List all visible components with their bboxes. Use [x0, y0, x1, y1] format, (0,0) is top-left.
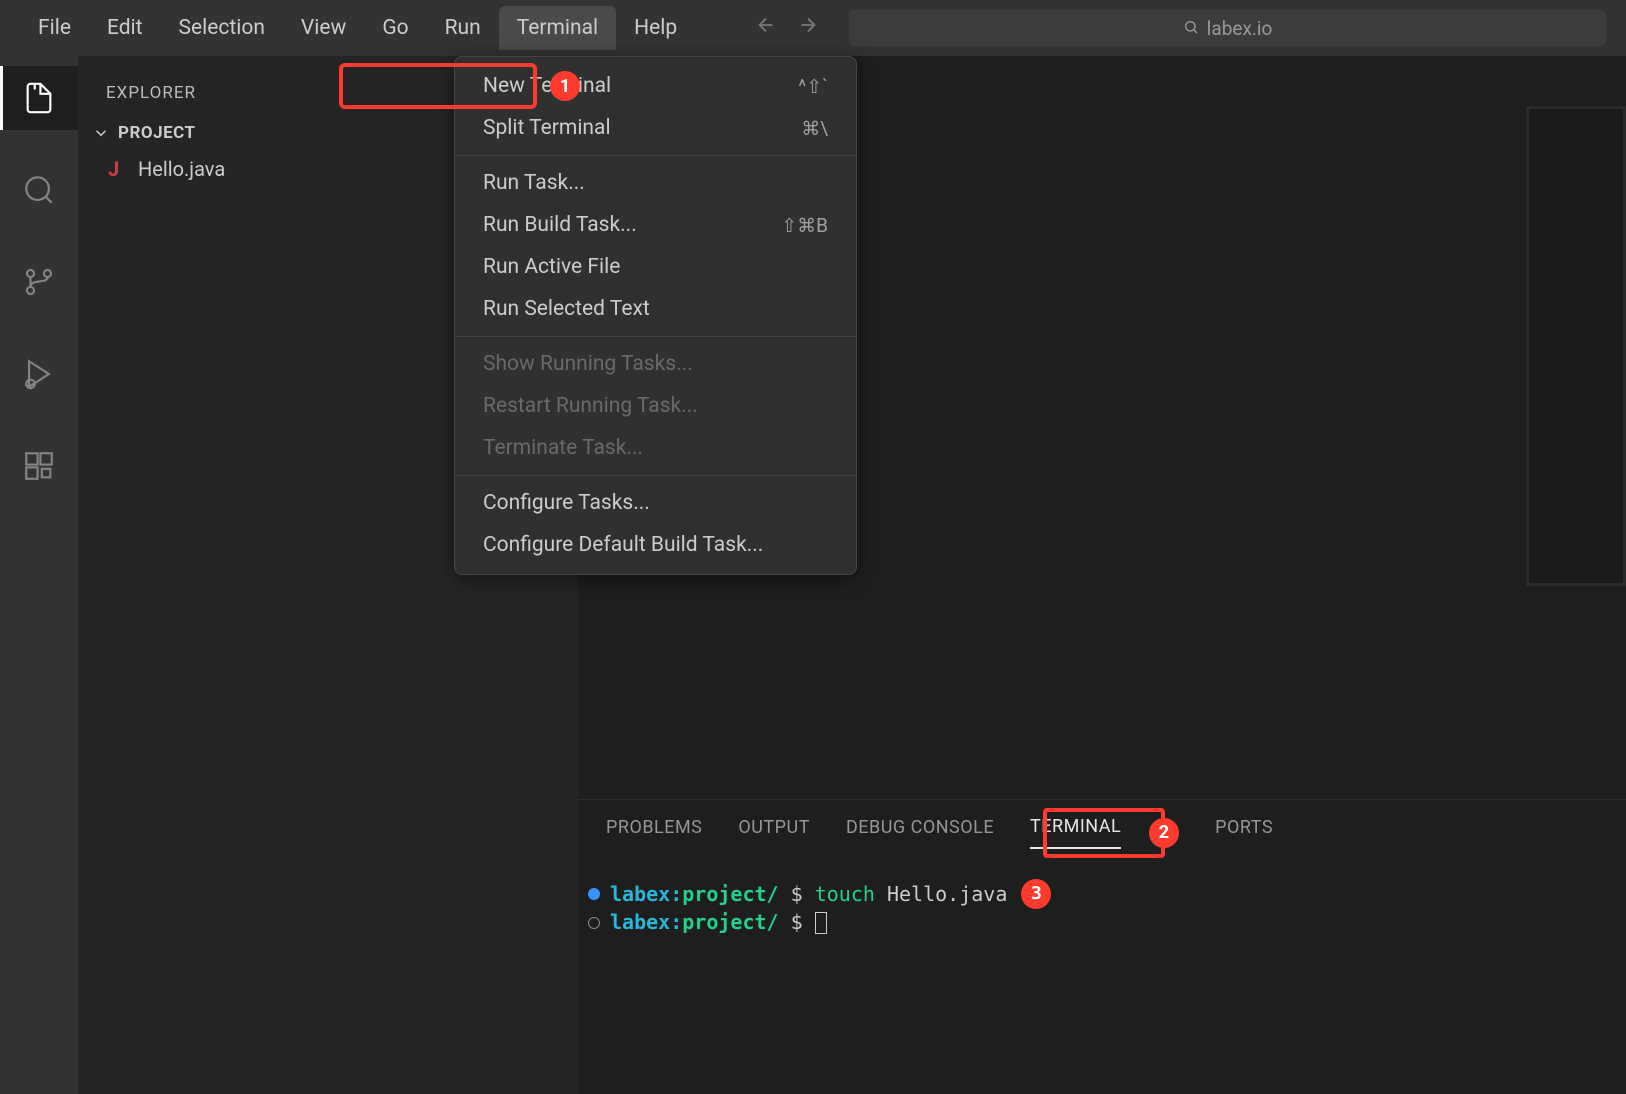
chevron-down-icon	[92, 124, 110, 142]
menu-separator	[455, 155, 856, 156]
menu-item-shortcut: ^⇧`	[798, 75, 828, 98]
menu-go[interactable]: Go	[364, 6, 426, 50]
terminal-arg: Hello.java	[875, 881, 1007, 908]
activity-search[interactable]	[0, 158, 78, 222]
project-label: PROJECT	[118, 123, 196, 143]
panel-tabs: PROBLEMS OUTPUT DEBUG CONSOLE TERMINAL 2…	[578, 800, 1626, 849]
terminal-sep: :	[670, 881, 682, 908]
terminal-line: labex:project/ $ touch Hello.java 3	[588, 879, 1616, 909]
menu-separator	[455, 475, 856, 476]
nav-forward-icon[interactable]	[797, 14, 819, 42]
terminal-menu-dropdown: New Terminal ^⇧` Split Terminal ⌘\ Run T…	[454, 56, 857, 575]
terminal-path: project/	[682, 909, 778, 936]
menu-split-terminal[interactable]: Split Terminal ⌘\	[455, 107, 856, 149]
menu-item-label: Terminate Task...	[483, 436, 643, 460]
nav-arrows	[755, 14, 819, 42]
activity-run-debug[interactable]	[0, 342, 78, 406]
file-name: Hello.java	[138, 157, 225, 181]
java-file-icon: J	[108, 157, 128, 181]
menu-item-label: Configure Default Build Task...	[483, 533, 763, 557]
search-input[interactable]: labex.io	[849, 10, 1606, 46]
menu-bar: File Edit Selection View Go Run Terminal…	[0, 0, 1626, 56]
menu-configure-tasks[interactable]: Configure Tasks...	[455, 482, 856, 524]
menu-item-label: New Terminal	[483, 74, 611, 98]
editor-area: New Terminal ^⇧` Split Terminal ⌘\ Run T…	[578, 56, 1626, 1094]
editor-viewport: New Terminal ^⇧` Split Terminal ⌘\ Run T…	[578, 56, 1626, 799]
annotation-badge-3: 3	[1021, 879, 1051, 909]
menu-selection[interactable]: Selection	[161, 6, 283, 50]
nav-back-icon[interactable]	[755, 14, 777, 42]
menu-item-label: Run Active File	[483, 255, 620, 279]
menu-file[interactable]: File	[20, 6, 89, 50]
activity-bar	[0, 56, 78, 1094]
menu-separator	[455, 336, 856, 337]
prompt-bullet-icon	[588, 917, 600, 929]
files-icon	[22, 81, 56, 115]
terminal-line: labex:project/ $	[588, 909, 1616, 936]
terminal-cursor	[815, 912, 827, 934]
terminal-output[interactable]: labex:project/ $ touch Hello.java 3 labe…	[578, 849, 1626, 946]
menu-view[interactable]: View	[283, 6, 364, 50]
annotation-badge-1: 1	[550, 71, 580, 101]
activity-extensions[interactable]	[0, 434, 78, 498]
terminal-host: labex	[610, 881, 670, 908]
search-icon	[22, 173, 56, 207]
menu-new-terminal[interactable]: New Terminal ^⇧`	[455, 65, 856, 107]
menu-edit[interactable]: Edit	[89, 6, 161, 50]
search-placeholder: labex.io	[1207, 17, 1273, 40]
menu-item-label: Configure Tasks...	[483, 491, 650, 515]
menu-restart-running-task: Restart Running Task...	[455, 385, 856, 427]
extensions-icon	[22, 449, 56, 483]
menu-item-label: Run Build Task...	[483, 213, 637, 237]
menu-help[interactable]: Help	[616, 6, 695, 50]
terminal-host: labex	[610, 909, 670, 936]
activity-explorer[interactable]	[0, 66, 78, 130]
bottom-panel: PROBLEMS OUTPUT DEBUG CONSOLE TERMINAL 2…	[578, 799, 1626, 1094]
search-icon	[1183, 17, 1199, 40]
annotation-badge-2: 2	[1149, 818, 1179, 848]
menu-run-build-task[interactable]: Run Build Task... ⇧⌘B	[455, 204, 856, 246]
menu-run-active-file[interactable]: Run Active File	[455, 246, 856, 288]
menu-item-label: Show Running Tasks...	[483, 352, 693, 376]
menu-run[interactable]: Run	[427, 6, 499, 50]
tab-output[interactable]: OUTPUT	[738, 817, 810, 848]
menu-item-shortcut: ⇧⌘B	[781, 214, 828, 237]
play-bug-icon	[22, 357, 56, 391]
minimap-placeholder	[1526, 106, 1626, 586]
menu-terminate-task: Terminate Task...	[455, 427, 856, 469]
menu-item-label: Run Selected Text	[483, 297, 650, 321]
tab-ports[interactable]: PORTS	[1215, 817, 1273, 848]
menu-item-label: Run Task...	[483, 171, 585, 195]
menu-terminal[interactable]: Terminal	[499, 6, 616, 50]
tab-problems[interactable]: PROBLEMS	[606, 817, 702, 848]
tab-terminal[interactable]: TERMINAL	[1030, 816, 1121, 849]
menu-item-shortcut: ⌘\	[801, 117, 828, 140]
terminal-command: touch	[815, 881, 875, 908]
menu-run-task[interactable]: Run Task...	[455, 162, 856, 204]
terminal-sep: :	[670, 909, 682, 936]
branch-icon	[22, 265, 56, 299]
activity-source-control[interactable]	[0, 250, 78, 314]
menu-show-running-tasks: Show Running Tasks...	[455, 343, 856, 385]
tab-debug-console[interactable]: DEBUG CONSOLE	[846, 817, 994, 848]
menu-item-label: Restart Running Task...	[483, 394, 698, 418]
menu-configure-default-build-task[interactable]: Configure Default Build Task...	[455, 524, 856, 566]
menu-run-selected-text[interactable]: Run Selected Text	[455, 288, 856, 330]
menu-item-label: Split Terminal	[483, 116, 611, 140]
terminal-prompt: $	[779, 881, 815, 908]
terminal-prompt: $	[779, 909, 815, 936]
prompt-bullet-icon	[588, 888, 600, 900]
terminal-path: project/	[682, 881, 778, 908]
